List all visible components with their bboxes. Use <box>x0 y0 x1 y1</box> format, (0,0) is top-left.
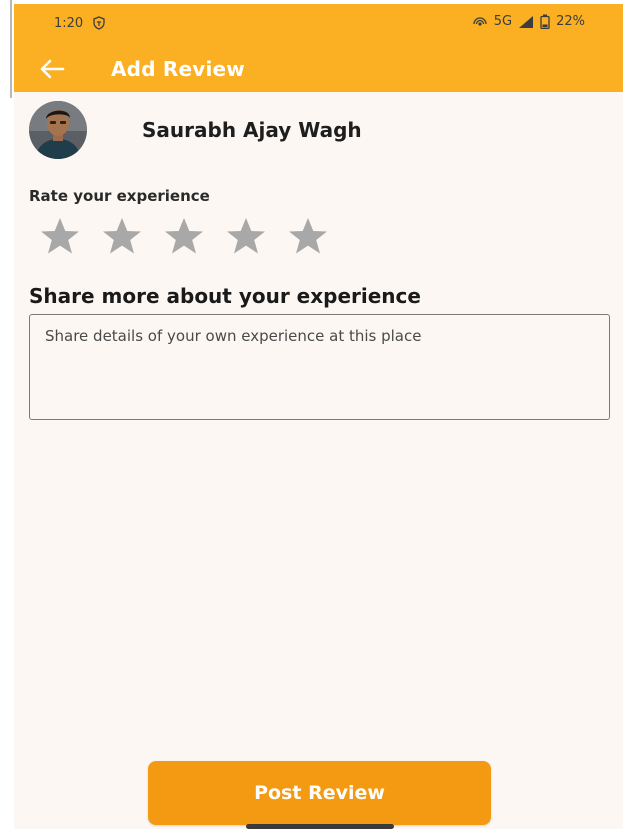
star-2-icon[interactable] <box>100 216 144 256</box>
signal-icon <box>519 15 534 28</box>
battery-percent: 22% <box>556 14 585 29</box>
status-time: 1:20 <box>54 16 84 31</box>
network-type: 5G <box>493 14 513 29</box>
star-1-icon[interactable] <box>38 216 82 256</box>
page-title: Add Review <box>111 57 245 81</box>
vpn-shield-icon <box>93 16 105 30</box>
review-textarea[interactable] <box>29 314 610 420</box>
user-name: Saurabh Ajay Wagh <box>142 118 362 142</box>
star-rating <box>38 216 330 256</box>
battery-icon <box>540 14 550 29</box>
window-edge-strip <box>0 0 12 98</box>
add-review-screen: 1:20 5G 22% Add Review Saurabh Ajay Wagh… <box>14 4 623 829</box>
post-review-button[interactable]: Post Review <box>148 761 491 825</box>
share-heading: Share more about your experience <box>29 284 421 308</box>
star-5-icon[interactable] <box>286 216 330 256</box>
app-header: 1:20 5G 22% Add Review <box>14 4 623 92</box>
rate-label: Rate your experience <box>29 187 210 205</box>
star-3-icon[interactable] <box>162 216 206 256</box>
status-indicators: 5G 22% <box>472 14 585 29</box>
back-arrow-icon[interactable] <box>38 57 66 81</box>
hotspot-icon <box>473 16 487 26</box>
star-4-icon[interactable] <box>224 216 268 256</box>
home-indicator <box>246 824 394 829</box>
avatar <box>29 101 87 159</box>
